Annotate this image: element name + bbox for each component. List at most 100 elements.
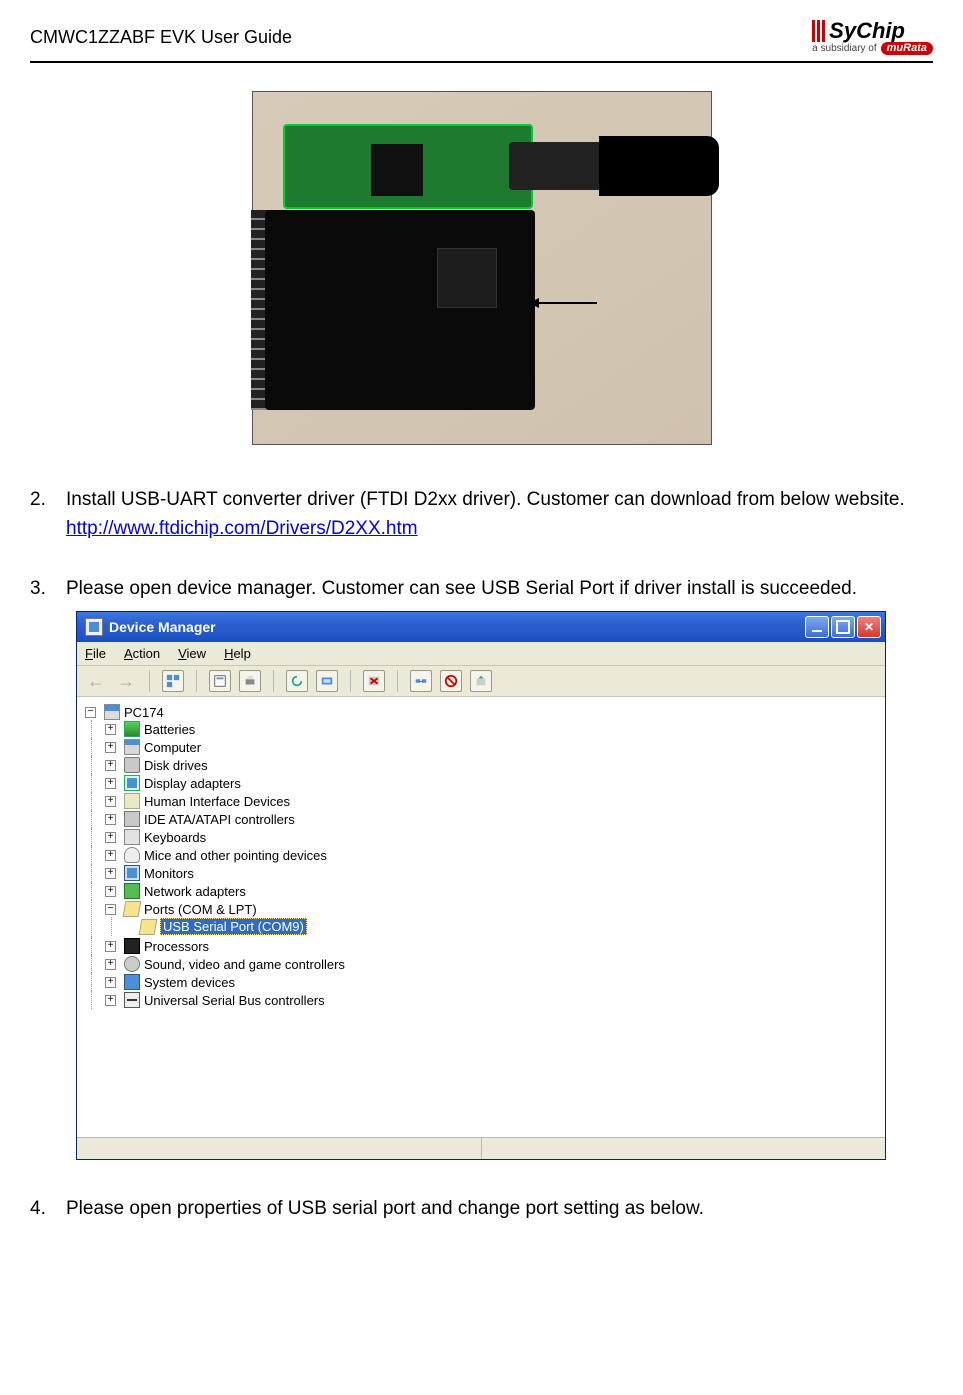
display-icon bbox=[124, 775, 140, 791]
keyboard-icon bbox=[124, 829, 140, 845]
forward-arrow-icon[interactable]: → bbox=[115, 671, 137, 692]
menu-label: ction bbox=[133, 646, 160, 661]
logo-subtext: a subsidiary of bbox=[812, 44, 876, 54]
tree-node-usb-serial-port[interactable]: USB Serial Port (COM9) bbox=[125, 918, 877, 935]
minimize-button[interactable] bbox=[805, 616, 829, 638]
expand-icon[interactable]: + bbox=[105, 796, 116, 807]
processor-icon bbox=[124, 938, 140, 954]
tree-node-system[interactable]: +System devices bbox=[105, 974, 877, 990]
expand-icon[interactable]: + bbox=[105, 959, 116, 970]
expand-icon[interactable]: + bbox=[105, 977, 116, 988]
system-icon bbox=[124, 974, 140, 990]
collapse-icon[interactable]: − bbox=[85, 707, 96, 718]
port-icon bbox=[139, 919, 158, 935]
driver-download-link[interactable]: http://www.ftdichip.com/Drivers/D2XX.htm bbox=[66, 518, 418, 539]
node-label-selected: USB Serial Port (COM9) bbox=[160, 918, 307, 935]
window-titlebar[interactable]: Device Manager bbox=[77, 612, 885, 642]
expand-icon[interactable]: + bbox=[105, 760, 116, 771]
logo-parent-brand: muRata bbox=[881, 42, 933, 55]
node-label: Mice and other pointing devices bbox=[144, 848, 327, 863]
tree-node-ports[interactable]: −Ports (COM & LPT) bbox=[105, 901, 877, 917]
expand-icon[interactable]: + bbox=[105, 778, 116, 789]
expand-icon[interactable]: + bbox=[105, 995, 116, 1006]
node-label: Disk drives bbox=[144, 758, 208, 773]
usb-uart-board bbox=[283, 124, 533, 209]
app-icon bbox=[85, 618, 103, 636]
tree-node-computer[interactable]: + Computer bbox=[105, 739, 877, 755]
expand-icon[interactable]: + bbox=[105, 832, 116, 843]
separator-icon bbox=[350, 670, 351, 692]
print-icon[interactable] bbox=[239, 670, 261, 692]
menu-bar: File Action View Help bbox=[77, 642, 885, 666]
tree-node-ide[interactable]: +IDE ATA/ATAPI controllers bbox=[105, 811, 877, 827]
menu-file[interactable]: File bbox=[85, 646, 106, 661]
close-button[interactable] bbox=[857, 616, 881, 638]
usb-icon bbox=[124, 992, 140, 1008]
ide-icon bbox=[124, 811, 140, 827]
node-label: Network adapters bbox=[144, 884, 246, 899]
device-tree[interactable]: − PC174 + Batteries + Computer + Disk drive… bbox=[77, 697, 885, 1137]
instruction-step-4: 4. Please open properties of USB serial … bbox=[30, 1194, 933, 1223]
sound-icon bbox=[124, 956, 140, 972]
tree-node-network[interactable]: + Network adapters bbox=[105, 883, 877, 899]
tree-node-batteries[interactable]: + Batteries bbox=[105, 721, 877, 737]
expand-icon[interactable]: + bbox=[105, 850, 116, 861]
uninstall-icon[interactable] bbox=[363, 670, 385, 692]
menu-label: ile bbox=[93, 646, 106, 661]
tree-node-keyboards[interactable]: + Keyboards bbox=[105, 829, 877, 845]
monitor-icon bbox=[124, 865, 140, 881]
menu-view[interactable]: View bbox=[178, 646, 206, 661]
tree-view-icon[interactable] bbox=[162, 670, 184, 692]
network-scan-icon[interactable] bbox=[410, 670, 432, 692]
tree-node-disk[interactable]: + Disk drives bbox=[105, 757, 877, 773]
doc-title: CMWC1ZZABF EVK User Guide bbox=[30, 27, 292, 48]
ic-chip-icon bbox=[437, 248, 497, 308]
menu-help[interactable]: Help bbox=[224, 646, 251, 661]
properties-icon[interactable] bbox=[209, 670, 231, 692]
usb-plug-icon bbox=[509, 142, 599, 190]
battery-icon bbox=[124, 721, 140, 737]
status-bar bbox=[77, 1137, 885, 1159]
expand-icon[interactable]: + bbox=[105, 868, 116, 879]
maximize-button[interactable] bbox=[831, 616, 855, 638]
tree-node-hid[interactable]: +Human Interface Devices bbox=[105, 793, 877, 809]
collapse-icon[interactable]: − bbox=[105, 904, 116, 915]
window-title: Device Manager bbox=[109, 619, 805, 635]
tree-node-processors[interactable]: +Processors bbox=[105, 938, 877, 954]
refresh-icon[interactable] bbox=[286, 670, 308, 692]
hid-icon bbox=[124, 793, 140, 809]
menu-action[interactable]: Action bbox=[124, 646, 160, 661]
instruction-step-2: 2. Install USB-UART converter driver (FT… bbox=[30, 485, 933, 544]
brand-logo: SyChip a subsidiary of muRata bbox=[812, 20, 933, 55]
step-number: 4. bbox=[30, 1194, 52, 1223]
hardware-photo bbox=[252, 91, 712, 445]
tree-node-mice[interactable]: + Mice and other pointing devices bbox=[105, 847, 877, 863]
tree-node-display[interactable]: +Display adapters bbox=[105, 775, 877, 791]
expand-icon[interactable]: + bbox=[105, 742, 116, 753]
separator-icon bbox=[149, 670, 150, 692]
module-board bbox=[265, 210, 535, 410]
port-icon bbox=[123, 901, 142, 917]
tree-node-sound[interactable]: +Sound, video and game controllers bbox=[105, 956, 877, 972]
expand-icon[interactable]: + bbox=[105, 886, 116, 897]
tree-root[interactable]: − PC174 bbox=[85, 704, 877, 720]
expand-icon[interactable]: + bbox=[105, 941, 116, 952]
update-driver-icon[interactable] bbox=[470, 670, 492, 692]
expand-icon[interactable]: + bbox=[105, 814, 116, 825]
step-text: Install USB-UART converter driver (FTDI … bbox=[66, 489, 905, 510]
node-label: Batteries bbox=[144, 722, 195, 737]
node-label: Keyboards bbox=[144, 830, 206, 845]
computer-icon bbox=[104, 704, 120, 720]
back-arrow-icon[interactable]: ← bbox=[85, 671, 107, 692]
ic-chip-icon bbox=[371, 144, 423, 196]
scan-hardware-icon[interactable] bbox=[316, 670, 338, 692]
arrow-left-icon bbox=[537, 302, 597, 304]
expand-icon[interactable]: + bbox=[105, 724, 116, 735]
tree-node-monitors[interactable]: +Monitors bbox=[105, 865, 877, 881]
usb-cable-icon bbox=[599, 136, 719, 196]
disable-device-icon[interactable] bbox=[440, 670, 462, 692]
tree-node-usb[interactable]: +Universal Serial Bus controllers bbox=[105, 992, 877, 1008]
logo-name: SyChip bbox=[829, 20, 905, 42]
node-label: Computer bbox=[144, 740, 201, 755]
step-number: 2. bbox=[30, 485, 52, 544]
